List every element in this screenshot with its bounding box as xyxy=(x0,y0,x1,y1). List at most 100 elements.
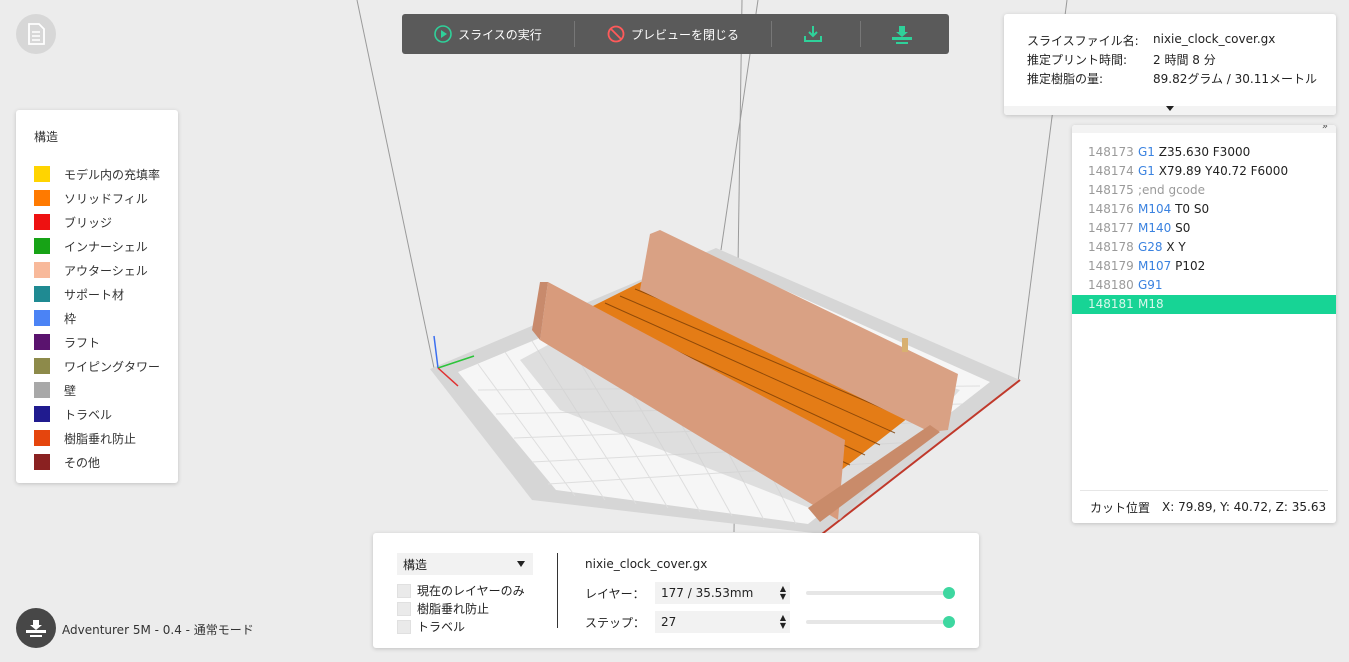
current-layer-only-checkbox[interactable]: 現在のレイヤーのみ xyxy=(397,582,525,599)
step-slider-thumb[interactable] xyxy=(943,616,955,628)
legend-label: ブリッジ xyxy=(64,215,113,230)
legend-swatch xyxy=(34,406,50,422)
gcode-collapse-bar[interactable]: » xyxy=(1072,125,1336,133)
checkbox-label: トラベル xyxy=(417,620,466,634)
gcode-line[interactable]: 148176 M104 T0 S0 xyxy=(1072,200,1336,219)
layer-slider-thumb[interactable] xyxy=(943,587,955,599)
checkbox-box[interactable] xyxy=(397,583,411,598)
anti-ooze-checkbox[interactable]: 樹脂垂れ防止 xyxy=(397,600,489,617)
gcode-line-number: 148181 xyxy=(1088,297,1134,311)
legend-items: モデル内の充填率ソリッドフィルブリッジインナーシェル アウターシェル サポート材枠ラ… xyxy=(34,162,178,474)
legend-swatch xyxy=(34,214,50,230)
legend-item: アウターシェル xyxy=(34,258,178,282)
info-key: 推定樹脂の量: xyxy=(1027,72,1104,86)
legend-swatch xyxy=(34,262,50,278)
gcode-line-active[interactable]: 148181 M18 xyxy=(1072,295,1336,314)
gcode-line-number: 148177 xyxy=(1088,221,1134,235)
cut-position: カット位置 X: 79.89, Y: 40.72, Z: 35.63 xyxy=(1080,490,1328,523)
spinner-arrows-icon[interactable]: ▲ ▼ xyxy=(780,585,786,601)
legend-swatch xyxy=(34,430,50,446)
gcode-line-number: 148178 xyxy=(1088,240,1134,254)
structure-legend: 構造 モデル内の充填率 ソリッドフィル ブリッジ インナーシェル アウターシェル サポート… xyxy=(16,110,178,483)
info-row: 推定樹脂の量: 89.82グラム / 30.11メートル xyxy=(1027,70,1336,89)
gcode-line-number: 148176 xyxy=(1088,202,1134,216)
close-preview-button[interactable]: プレビューを閉じる xyxy=(575,14,771,54)
legend-item: モデル内の充填率 xyxy=(34,162,178,186)
gcode-command: G1 xyxy=(1138,145,1155,159)
double-chevron-icon[interactable]: » xyxy=(1322,125,1328,132)
info-key: 推定プリント時間: xyxy=(1027,53,1128,67)
legend-label: アウターシェル xyxy=(64,263,148,278)
structure-select-value: 構造 xyxy=(403,557,428,572)
legend-item: ブリッジ xyxy=(34,210,178,234)
layer-slider[interactable] xyxy=(806,587,955,599)
printer-status-button[interactable] xyxy=(16,608,56,648)
prohibited-icon xyxy=(607,25,625,43)
gcode-command: G1 xyxy=(1138,164,1155,178)
step-spinner[interactable]: 27 ▲ ▼ xyxy=(655,611,790,633)
structure-select[interactable]: 構造 xyxy=(397,553,533,575)
run-slice-button[interactable]: スライスの実行 xyxy=(402,14,574,54)
gcode-command: M18 xyxy=(1138,297,1164,311)
gcode-comment: ;end gcode xyxy=(1138,183,1206,197)
legend-item: 枠 xyxy=(34,306,178,330)
legend-swatch xyxy=(34,334,50,350)
legend-swatch xyxy=(34,358,50,374)
controls-filename: nixie_clock_cover.gx xyxy=(585,557,708,571)
gcode-line[interactable]: 148175 ;end gcode xyxy=(1072,181,1336,200)
info-row: 推定プリント時間: 2 時間 8 分 xyxy=(1027,51,1336,70)
info-value: nixie_clock_cover.gx xyxy=(1153,32,1276,46)
gcode-params: X Y xyxy=(1162,240,1186,254)
gcode-params: Z35.630 F3000 xyxy=(1154,145,1251,159)
printer-icon xyxy=(26,620,46,637)
checkbox-label: 樹脂垂れ防止 xyxy=(417,602,490,616)
legend-item: 壁 xyxy=(34,378,178,402)
legend-swatch xyxy=(34,454,50,470)
printer-label: Adventurer 5M - 0.4 - 通常モード xyxy=(62,623,254,637)
gcode-line[interactable]: 148174 G1 X79.89 Y40.72 F6000 xyxy=(1072,162,1336,181)
legend-label: サポート材 xyxy=(64,287,125,302)
info-value: 2 時間 8 分 xyxy=(1153,53,1216,67)
gcode-command: G28 xyxy=(1138,240,1163,254)
gcode-command: M104 xyxy=(1138,202,1172,216)
file-menu-button[interactable] xyxy=(16,14,56,54)
step-label: ステップ： xyxy=(585,615,646,630)
legend-item: トラベル xyxy=(34,402,178,426)
legend-label: モデル内の充填率 xyxy=(64,167,161,182)
legend-swatch xyxy=(34,382,50,398)
legend-item: ラフト xyxy=(34,330,178,354)
legend-item: インナーシェル xyxy=(34,234,178,258)
step-slider[interactable] xyxy=(806,616,955,628)
legend-label: 樹脂垂れ防止 xyxy=(64,431,137,446)
run-slice-label: スライスの実行 xyxy=(458,27,542,42)
gcode-line[interactable]: 148177 M140 S0 xyxy=(1072,219,1336,238)
caret-down-icon xyxy=(1166,106,1174,111)
legend-label: ワイピングタワー xyxy=(64,359,161,374)
legend-item: 樹脂垂れ防止 xyxy=(34,426,178,450)
gcode-line-number: 148180 xyxy=(1088,278,1134,292)
legend-label: その他 xyxy=(64,455,101,470)
travel-checkbox[interactable]: トラベル xyxy=(397,618,465,635)
layer-controls-panel: 構造 現在のレイヤーのみ 樹脂垂れ防止 トラベル nixie_clock_cov… xyxy=(373,533,979,648)
checkbox-box[interactable] xyxy=(397,619,411,634)
send-to-printer-button[interactable] xyxy=(861,14,949,54)
gcode-line[interactable]: 148178 G28 X Y xyxy=(1072,238,1336,257)
layer-spinner[interactable]: 177 / 35.53mm ▲ ▼ xyxy=(655,582,790,604)
gcode-line[interactable]: 148179 M107 P102 xyxy=(1072,257,1336,276)
document-icon xyxy=(28,23,45,45)
gcode-panel: » 148173 G1 Z35.630 F3000 148174 G1 X79.89 … xyxy=(1072,125,1336,523)
legend-label: インナーシェル xyxy=(64,239,148,254)
cut-position-label: カット位置 xyxy=(1090,500,1151,515)
spinner-arrows-icon[interactable]: ▲ ▼ xyxy=(780,614,786,630)
gcode-line[interactable]: 148180 G91 xyxy=(1072,276,1336,295)
gcode-line[interactable]: 148173 G1 Z35.630 F3000 xyxy=(1072,143,1336,162)
checkbox-box[interactable] xyxy=(397,601,411,616)
download-icon xyxy=(804,26,822,42)
legend-item: ソリッドフィル xyxy=(34,186,178,210)
play-icon xyxy=(434,25,452,43)
legend-swatch xyxy=(34,310,50,326)
legend-label: 壁 xyxy=(64,383,77,398)
legend-label: トラベル xyxy=(64,407,113,422)
download-button[interactable] xyxy=(772,14,860,54)
collapse-info-button[interactable] xyxy=(1004,106,1336,115)
